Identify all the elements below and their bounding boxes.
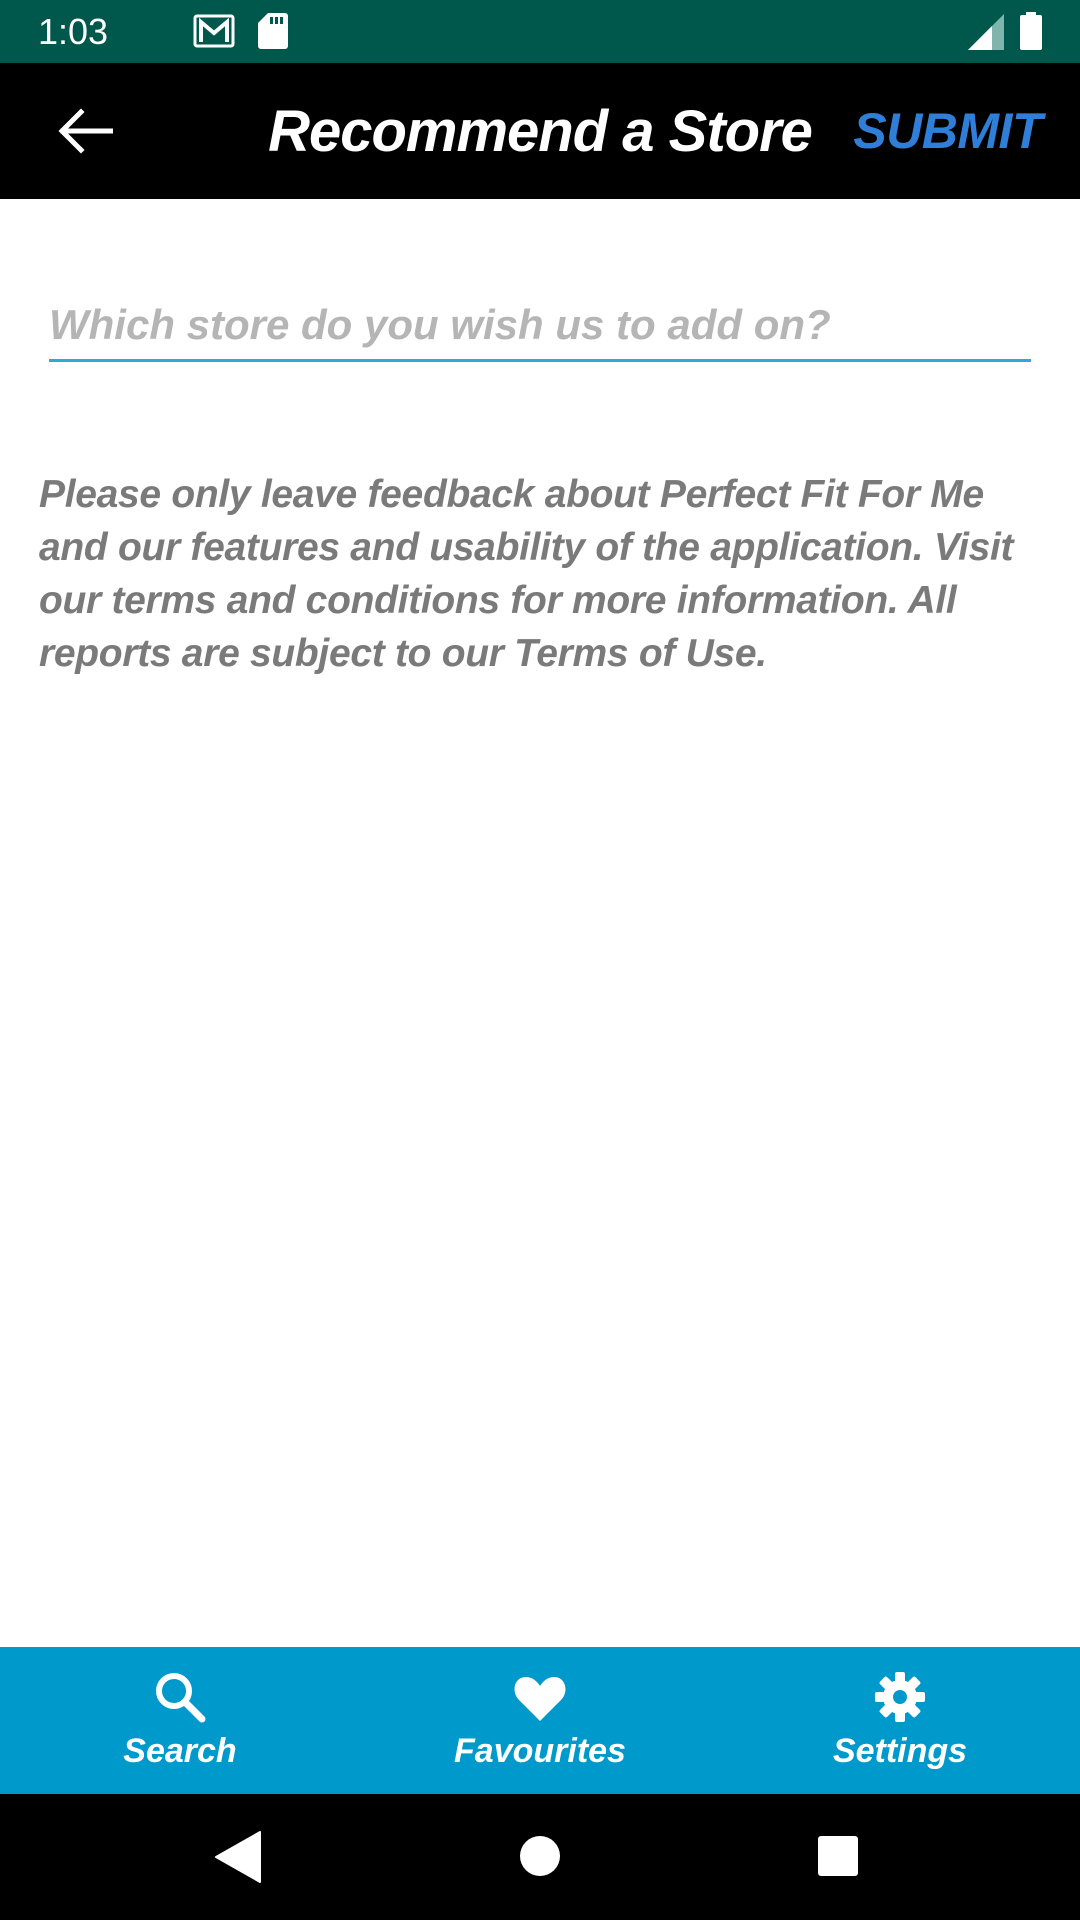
nav-item-settings[interactable]: Settings — [720, 1647, 1080, 1794]
signal-icon — [968, 14, 1004, 50]
nav-label-favourites: Favourites — [454, 1732, 626, 1770]
nav-item-favourites[interactable]: Favourites — [360, 1647, 720, 1794]
status-bar: 1:03 — [0, 0, 1080, 63]
arrow-left-icon — [58, 108, 113, 154]
home-circle-icon[interactable] — [518, 1834, 562, 1878]
recents-square-icon[interactable] — [816, 1834, 860, 1878]
nav-item-search[interactable]: Search — [0, 1647, 360, 1794]
status-time: 1:03 — [38, 11, 109, 52]
gmail-icon — [193, 14, 235, 48]
battery-icon — [1020, 12, 1042, 50]
system-nav-bar — [0, 1794, 1080, 1920]
nav-label-settings: Settings — [832, 1732, 968, 1770]
back-button[interactable] — [40, 93, 130, 169]
heart-icon — [514, 1677, 566, 1721]
back-triangle-icon[interactable] — [214, 1830, 262, 1884]
submit-button[interactable]: SUBMIT — [853, 101, 1042, 161]
gear-icon — [875, 1672, 925, 1722]
bottom-nav: Search Favourites Settings — [0, 1647, 1080, 1794]
sd-card-icon — [258, 13, 288, 49]
app-bar: Recommend a Store SUBMIT — [0, 63, 1080, 199]
store-name-input[interactable] — [49, 290, 1031, 362]
page-title: Recommend a Store — [268, 99, 813, 164]
search-icon — [156, 1673, 206, 1723]
nav-label-search: Search — [123, 1732, 237, 1770]
screen: 1:03 Recommend a Store SUBMIT Which stor… — [0, 0, 1080, 1920]
feedback-notice: Please only leave feedback about Perfect… — [39, 473, 1014, 675]
